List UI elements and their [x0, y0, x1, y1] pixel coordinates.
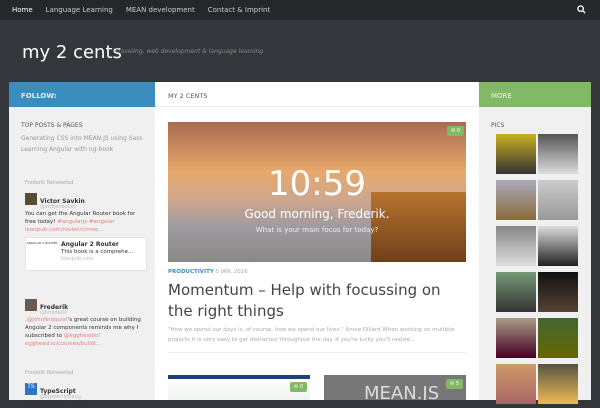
nav-language-learning[interactable]: Language Learning: [46, 6, 113, 14]
post-thumbnail[interactable]: ✉ 0: [168, 375, 310, 400]
top-nav: Home Language Learning MEAN development …: [0, 0, 600, 20]
typescript-avatar: TS: [25, 382, 37, 395]
divider: [168, 352, 466, 353]
post-thumbnail[interactable]: MEAN.JS ✉ 5: [324, 375, 466, 400]
pics-grid: [496, 134, 578, 404]
photo-thumb[interactable]: [496, 226, 536, 266]
tweet-card[interactable]: ANGULAR 2 ROUTER Angular 2 Router This bo…: [25, 237, 147, 271]
card-title: Angular 2 Router: [61, 241, 119, 248]
nav-home[interactable]: Home: [12, 6, 33, 14]
right-sidebar: MORE PICS: [479, 82, 591, 404]
avatar: [25, 298, 37, 311]
post-date: 5 JAN, 2016: [215, 269, 248, 275]
photo-thumb[interactable]: [538, 226, 578, 266]
post-category[interactable]: PRODUCTIVITY: [168, 269, 214, 275]
card-desc: This book is a comprehe...: [61, 249, 134, 255]
pics-title: PICS: [491, 122, 505, 129]
top-post-link[interactable]: Generating CSS into MEAN.JS using Sass: [21, 135, 142, 142]
hero-clock: 10:59: [268, 164, 366, 204]
site-tagline: Traveling, web development & language le…: [115, 48, 264, 55]
photo-thumb[interactable]: [538, 272, 578, 312]
tweet[interactable]: Frederik Retweeted Victor Savkin @victor…: [25, 180, 147, 271]
photo-thumb[interactable]: [538, 134, 578, 174]
photo-thumb[interactable]: [538, 180, 578, 220]
photo-thumb[interactable]: [496, 180, 536, 220]
tweet-mention[interactable]: .@johnlindquist: [25, 317, 68, 323]
photo-thumb[interactable]: [496, 272, 536, 312]
site-title[interactable]: my 2 cents: [22, 42, 122, 63]
card-url: leanpub.com: [61, 256, 94, 262]
thumbnail-text: MEAN.JS: [364, 383, 440, 400]
hero-greeting: Good morning, Frederik.: [244, 207, 390, 221]
post-title[interactable]: Momentum – Help with focussing on the ri…: [168, 280, 468, 322]
post-meta: PRODUCTIVITY 5 JAN, 2016: [168, 269, 248, 275]
photo-thumb[interactable]: [538, 318, 578, 358]
comment-count: 0: [299, 384, 303, 390]
card-image: ANGULAR 2 ROUTER: [26, 241, 58, 245]
photo-thumb[interactable]: [496, 364, 536, 404]
comment-count-badge[interactable]: ✉ 5: [446, 379, 463, 389]
tweet[interactable]: Frederik @lifrederik .@johnlindquist's g…: [25, 294, 147, 348]
comment-count: 0: [456, 128, 460, 134]
site-header: my 2 cents Traveling, web development & …: [0, 20, 600, 82]
search-icon[interactable]: [577, 5, 586, 14]
nav-mean-development[interactable]: MEAN development: [126, 6, 195, 14]
tweet-text: TypeScript 2.0 is here!: [25, 401, 87, 407]
comment-count-badge[interactable]: ✉ 0: [447, 126, 464, 136]
tweet[interactable]: Frederik Retweeted TSTypeScript @typescr…: [25, 370, 147, 408]
left-sidebar: FOLLOW: TOP POSTS & PAGES Generating CSS…: [9, 82, 155, 407]
avatar: [25, 192, 37, 205]
retweet-label: Frederik Retweeted: [25, 180, 74, 186]
main-header: MY 2 CENTS: [155, 82, 479, 107]
retweet-label: Frederik Retweeted: [25, 370, 74, 376]
comment-count: 5: [455, 381, 459, 387]
post-excerpt: "How we spend our days is, of course, ho…: [168, 327, 455, 343]
hero-focus: What is your main focus for today?: [255, 226, 379, 234]
content-wrapper: FOLLOW: TOP POSTS & PAGES Generating CSS…: [9, 82, 591, 407]
photo-thumb[interactable]: [496, 134, 536, 174]
photo-thumb[interactable]: [496, 318, 536, 358]
top-posts-title: TOP POSTS & PAGES: [21, 122, 83, 129]
comment-count-badge[interactable]: ✉ 0: [290, 382, 307, 392]
follow-header: FOLLOW:: [9, 82, 155, 107]
more-header: MORE: [479, 82, 591, 107]
featured-image[interactable]: 10:59 Good morning, Frederik. What is yo…: [168, 122, 466, 262]
photo-thumb[interactable]: [538, 364, 578, 404]
top-post-link[interactable]: Learning Angular with ng-book: [21, 146, 113, 153]
nav-contact[interactable]: Contact & Imprint: [208, 6, 270, 14]
